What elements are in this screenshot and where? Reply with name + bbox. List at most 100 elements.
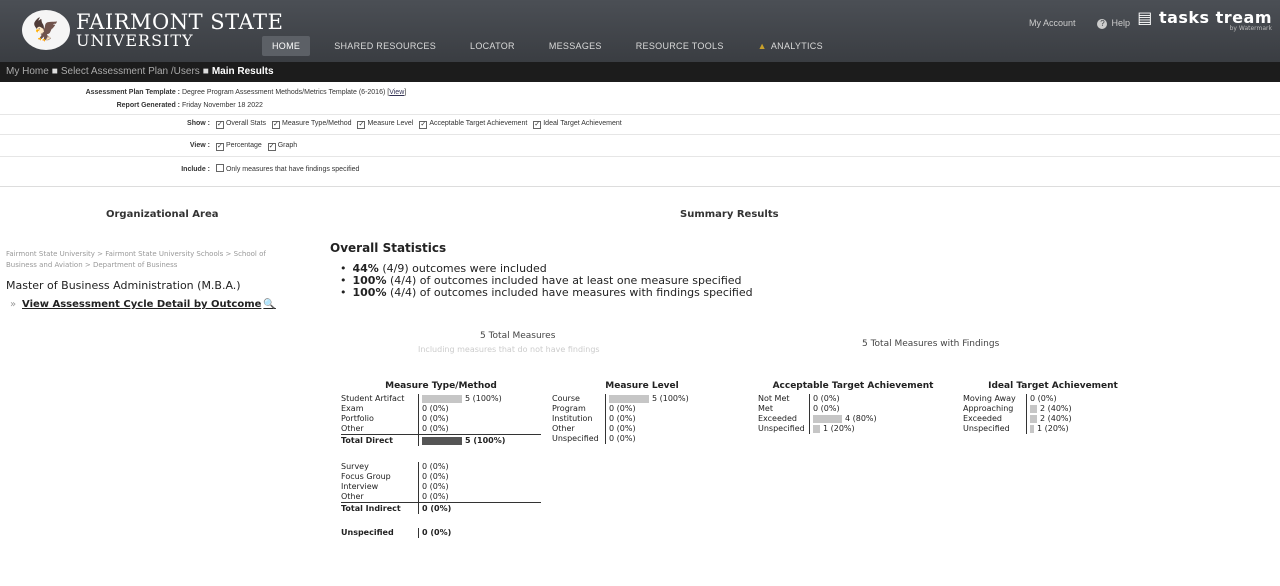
measure-type-title: Measure Type/Method [385, 381, 497, 391]
row-value: 0 (0%) [1030, 394, 1057, 403]
table-row: Interview 0 (0%) [341, 482, 541, 492]
nav-analytics[interactable]: ▲ ANALYTICS [748, 36, 833, 56]
breadcrumb: My Home ■ Select Assessment Plan /Users ■ Ma… [0, 62, 1280, 82]
stat-text: (4/4) of outcomes included have measures… [389, 286, 753, 299]
row-value-cell: 0 (0%) [1027, 394, 1057, 404]
tasks tream-icon: ▤ [1137, 8, 1159, 27]
row-label: Unspecified [963, 424, 1027, 434]
view-cycle-detail-label: View Assessment Cycle Detail by Outcome [22, 299, 262, 310]
view-option: Graph [277, 142, 298, 149]
row-value: 0 (0%) [609, 404, 636, 413]
table-row: Survey 0 (0%) [341, 462, 541, 472]
nav-resource-tools[interactable]: RESOURCE TOOLS [626, 36, 734, 56]
nav-home[interactable]: HOME [262, 36, 311, 56]
view-option: Percentage [225, 142, 262, 149]
help-link[interactable]: ? Help [1097, 18, 1130, 29]
row-value-cell: 0 (0%) [606, 434, 636, 444]
row-label: Unspecified [341, 528, 419, 538]
acceptable-target-block: Acceptable Target Achievement Not Met 0 (… [758, 381, 948, 434]
row-value-cell: 0 (0%) [419, 404, 449, 414]
breadcrumb-select-plan[interactable]: Select Assessment Plan /Users [61, 66, 200, 77]
include-option: Only measures that have findings specifi… [225, 166, 360, 173]
table-row: Not Met 0 (0%) [758, 394, 948, 404]
row-value: 5 (100%) [465, 394, 502, 403]
row-value: 2 (40%) [1040, 404, 1072, 413]
my-account-link[interactable]: My Account [1029, 18, 1076, 29]
row-label: Focus Group [341, 472, 419, 482]
row-label: Other [341, 424, 419, 434]
row-label: Exceeded [758, 414, 810, 424]
unspecified-row: Unspecified 0 (0%) [341, 528, 541, 538]
overall-stats-list: 44% (4/9) outcomes were included 100% (4… [340, 263, 753, 299]
report-options: Assessment Plan Template : Degree Progra… [0, 86, 1280, 180]
nav-messages[interactable]: MESSAGES [539, 36, 612, 56]
tasks tream-logo[interactable]: ▤ tasks tream by Watermark [1137, 8, 1272, 32]
view-graph-checkbox[interactable] [267, 143, 276, 151]
table-row: Student Artifact 5 (100%) [341, 394, 541, 404]
generated-label: Report Generated : [116, 102, 180, 109]
results-body: Organizational Area Summary Results Fair… [0, 186, 1280, 586]
table-row: Course 5 (100%) [552, 394, 732, 404]
table-row: Focus Group 0 (0%) [341, 472, 541, 482]
show-measure-level-checkbox[interactable] [357, 121, 366, 129]
template-view-link[interactable]: View [389, 89, 404, 96]
total-measures: 5 Total Measures [480, 331, 556, 341]
table-row: Met 0 (0%) [758, 404, 948, 414]
stat-item: 100% (4/4) of outcomes included have mea… [340, 287, 753, 299]
row-value-cell: 0 (0%) [419, 414, 449, 424]
show-overall-stats-checkbox[interactable] [215, 121, 224, 129]
row-value: 0 (0%) [422, 492, 449, 501]
template-label: Assessment Plan Template : [85, 89, 180, 96]
row-value-cell: 0 (0%) [419, 472, 449, 482]
table-row: Moving Away 0 (0%) [963, 394, 1143, 404]
bar [1030, 415, 1037, 423]
show-option: Acceptable Target Achievement [429, 120, 528, 127]
view-label: View : [189, 142, 210, 149]
table-row: Approaching 2 (40%) [963, 404, 1143, 414]
row-label: Interview [341, 482, 419, 492]
show-acceptable-target-checkbox[interactable] [419, 121, 428, 129]
nav-locator[interactable]: LOCATOR [460, 36, 525, 56]
row-value-cell: 0 (0%) [419, 492, 449, 502]
org-path[interactable]: Fairmont State University > Fairmont Sta… [6, 249, 286, 271]
help-label: Help [1111, 18, 1130, 28]
falcon-icon: 🦅 [22, 10, 70, 50]
row-label: Total Indirect [341, 503, 419, 514]
bar [1030, 425, 1034, 433]
show-measure-type-checkbox[interactable] [271, 121, 280, 129]
row-value-cell: 5 (100%) [419, 394, 502, 404]
row-value: 0 (0%) [422, 482, 449, 491]
table-row: Unspecified 1 (20%) [963, 424, 1143, 434]
breadcrumb-my-home[interactable]: My Home [6, 66, 49, 77]
table-row: Other 0 (0%) [341, 424, 541, 434]
row-label: Approaching [963, 404, 1027, 414]
bar [609, 395, 649, 403]
row-value: 0 (0%) [422, 503, 452, 513]
view-percentage-checkbox[interactable] [215, 143, 224, 151]
row-label: Portfolio [341, 414, 419, 424]
include-findings-checkbox[interactable] [215, 164, 224, 172]
row-value-cell: 1 (20%) [810, 424, 855, 434]
bar [813, 425, 820, 433]
nav-analytics-label: ANALYTICS [770, 41, 823, 51]
include-label: Include : [181, 166, 210, 173]
row-label: Met [758, 404, 810, 414]
row-label: Unspecified [552, 434, 606, 444]
row-value-cell: 2 (40%) [1027, 414, 1072, 424]
ideal-target-block: Ideal Target Achievement Moving Away 0 (0… [963, 381, 1143, 434]
show-ideal-target-checkbox[interactable] [533, 121, 542, 129]
breadcrumb-current: Main Results [211, 66, 274, 77]
row-value: 5 (100%) [465, 435, 506, 445]
table-row: Other 0 (0%) [552, 424, 732, 434]
breadcrumb-separator: ■ [51, 66, 58, 77]
row-value: 0 (0%) [422, 472, 449, 481]
nav-shared-resources[interactable]: SHARED RESOURCES [324, 36, 446, 56]
table-row: Exam 0 (0%) [341, 404, 541, 414]
row-value: 4 (80%) [845, 414, 877, 423]
row-value: 0 (0%) [609, 434, 636, 443]
view-cycle-detail-link[interactable]: View Assessment Cycle Detail by Outcome 🔍 [22, 299, 276, 310]
row-value: 0 (0%) [422, 528, 452, 537]
row-value-cell: 0 (0%) [419, 424, 449, 434]
university-logo[interactable]: 🦅 FAIRMONT STATE UNIVERSITY [22, 10, 283, 50]
row-label: Program [552, 404, 606, 414]
